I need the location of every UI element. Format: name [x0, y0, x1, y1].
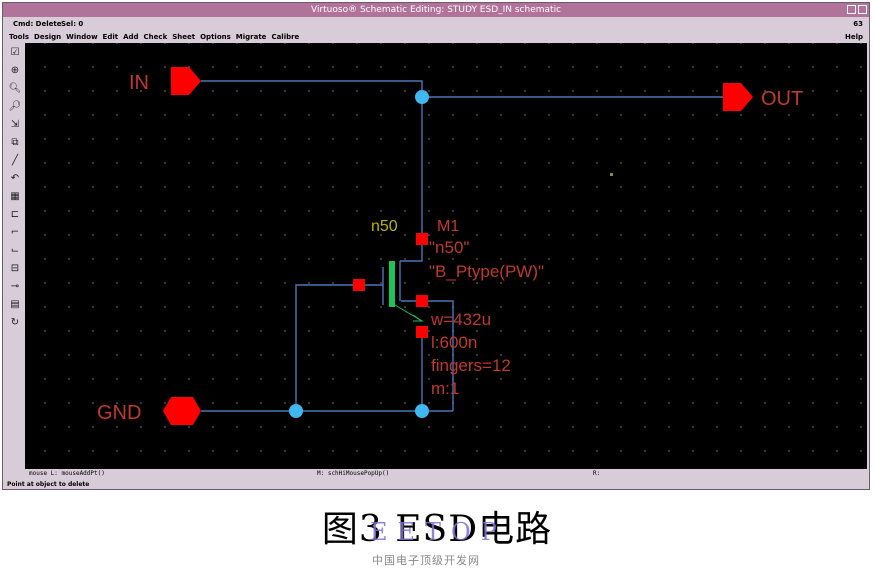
terminal-source[interactable] [416, 326, 428, 338]
device-instance-label: M1 [437, 218, 459, 235]
menu-calibre[interactable]: Calibre [271, 31, 299, 43]
label-icon[interactable]: ⊟ [7, 261, 23, 277]
menu-sheet[interactable]: Sheet [172, 31, 195, 43]
menu-options[interactable]: Options [200, 31, 231, 43]
status-count: 63 [853, 20, 863, 28]
save-icon[interactable]: ▤ [7, 297, 23, 313]
terminal-gate[interactable] [353, 279, 365, 291]
select-icon[interactable]: ⊏ [7, 207, 23, 223]
menu-edit[interactable]: Edit [103, 31, 119, 43]
refresh-icon[interactable]: ↻ [7, 315, 23, 331]
copy-icon[interactable]: ⧉ [7, 135, 23, 151]
menu-design[interactable]: Design [34, 31, 61, 43]
watermark-subtitle: 中国电子顶级开发网 [372, 554, 480, 567]
route-alt-icon[interactable]: ⌙ [7, 243, 23, 259]
pin-icon[interactable]: ⊸ [7, 279, 23, 295]
close-button[interactable] [858, 5, 867, 14]
stray-marker [610, 173, 613, 176]
menu-window[interactable]: Window [66, 31, 97, 43]
device-model-label: n50 [371, 218, 398, 235]
junction-dot-out [415, 90, 429, 104]
pin-label-gnd: GND [97, 402, 141, 424]
mouse-right-binding: R: [593, 470, 601, 477]
zoom-out-icon[interactable]: 🔎︎ [7, 99, 23, 115]
menu-migrate[interactable]: Migrate [236, 31, 267, 43]
menu-bar: Tools Design Window Edit Add Check Sheet… [3, 31, 869, 43]
device-param-l: l:600n [431, 333, 477, 352]
virtuoso-window: Virtuoso® Schematic Editing: STUDY ESD_I… [2, 2, 870, 490]
junction-dot-gnd [415, 404, 429, 418]
device-param-w: w=432u [430, 310, 491, 329]
schematic-drawing: IN OUT GND n50 M1 "n50" "B_Ptype(PW)" w=… [97, 67, 803, 425]
pin-label-out: OUT [761, 88, 803, 110]
schematic-canvas[interactable]: IN OUT GND n50 M1 "n50" "B_Ptype(PW)" w=… [25, 43, 867, 469]
stretch-icon[interactable]: ⇲ [7, 117, 23, 133]
device-body-label: "B_Ptype(PW)" [429, 262, 544, 281]
watermark-brand: EETOP [370, 518, 507, 546]
download-icon[interactable]: ⊕ [7, 63, 23, 79]
device-param-fingers: fingers=12 [431, 356, 511, 375]
transistor-m1[interactable] [359, 261, 424, 322]
pin-in[interactable] [171, 67, 201, 95]
menu-add[interactable]: Add [123, 31, 138, 43]
transistor-channel [389, 261, 395, 307]
status-row: Cmd: Delete Sel: 0 63 [3, 17, 869, 31]
wire-gate [295, 284, 359, 411]
menu-tools[interactable]: Tools [9, 31, 29, 43]
junction-dot-gate [289, 404, 303, 418]
command-status: Cmd: Delete [13, 20, 62, 28]
window-controls [847, 5, 867, 14]
menu-check[interactable]: Check [144, 31, 168, 43]
grid-icon[interactable]: ▦ [7, 189, 23, 205]
pin-label-in: IN [129, 72, 149, 94]
route-icon[interactable]: ⌐ [7, 225, 23, 241]
undo-icon[interactable]: ↶ [7, 171, 23, 187]
prompt-line: Point at object to delete [7, 481, 90, 488]
mouse-left-binding: mouse L: mouseAddPt() [29, 470, 105, 477]
left-toolbar: ☑ ⊕ 🔍︎ 🔎︎ ⇲ ⧉ ╱ ↶ ▦ ⊏ ⌐ ⌙ ⊟ ⊸ ▤ ↻ [5, 43, 25, 467]
check-icon[interactable]: ☑ [7, 45, 23, 61]
mouse-binding-bar: mouse L: mouseAddPt() M: schHiMousePopUp… [25, 469, 867, 479]
wire-icon[interactable]: ╱ [7, 153, 23, 169]
zoom-in-icon[interactable]: 🔍︎ [7, 81, 23, 97]
mouse-middle-binding: M: schHiMousePopUp() [317, 470, 390, 477]
selection-status: Sel: 0 [61, 20, 84, 28]
window-title: Virtuoso® Schematic Editing: STUDY ESD_I… [3, 3, 869, 17]
pin-out[interactable] [723, 83, 753, 111]
minimize-button[interactable] [847, 5, 856, 14]
terminal-body[interactable] [416, 295, 428, 307]
device-param-m: m:1 [431, 379, 459, 398]
pin-gnd[interactable] [163, 397, 201, 425]
menu-help[interactable]: Help [845, 31, 863, 43]
device-model-quoted: "n50" [429, 238, 469, 257]
terminal-drain[interactable] [416, 233, 428, 245]
